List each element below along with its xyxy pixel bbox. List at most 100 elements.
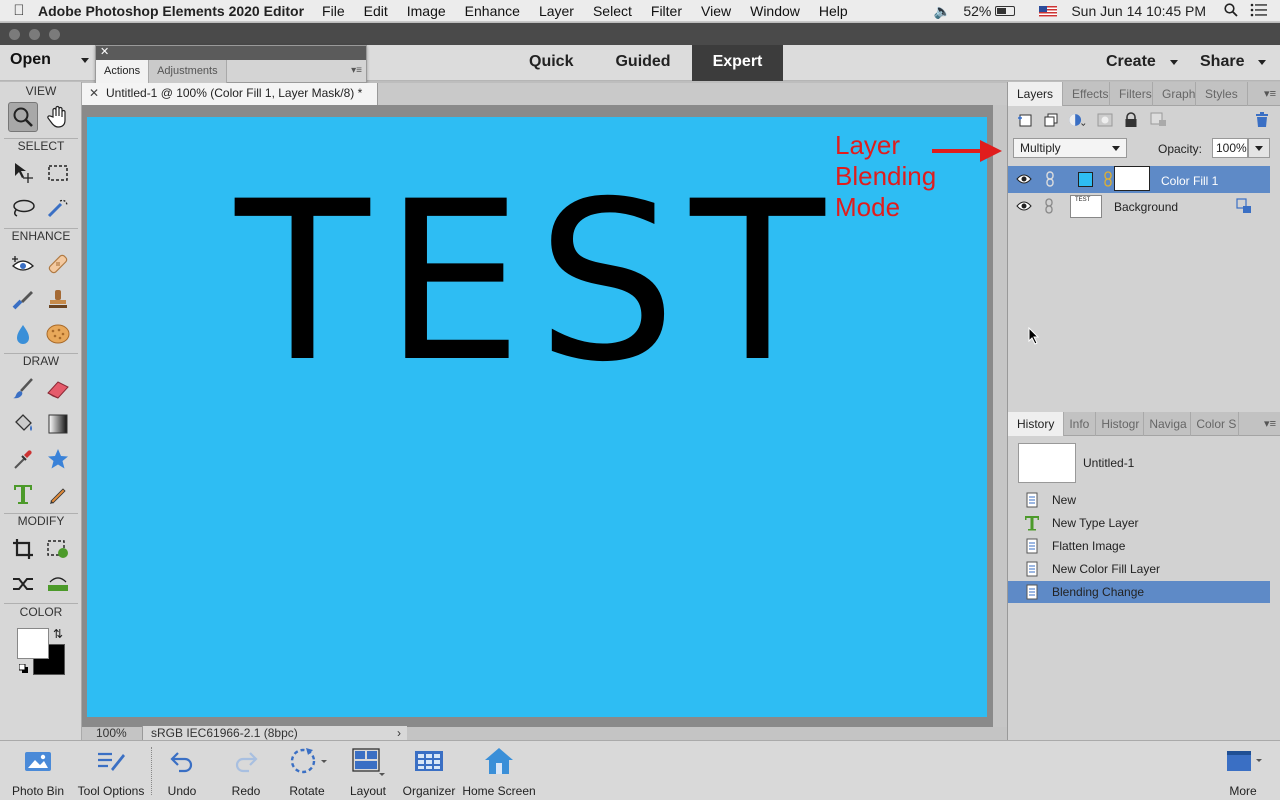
history-item[interactable]: New Type Layer (1008, 512, 1270, 534)
tab-filters[interactable]: Filters (1110, 82, 1154, 106)
new-group-icon[interactable] (1042, 111, 1060, 129)
eyedropper-tool-icon[interactable] (8, 444, 38, 474)
menu-view[interactable]: View (701, 3, 731, 19)
window-zoom-button[interactable] (49, 29, 60, 40)
panel-menu-icon[interactable]: ▾≡ (1264, 412, 1276, 435)
mode-tab-guided[interactable]: Guided (594, 45, 691, 81)
mode-tab-expert[interactable]: Expert (691, 45, 784, 81)
content-aware-move-tool-icon[interactable] (8, 569, 38, 599)
tab-graphics[interactable]: Graphi (1153, 82, 1197, 106)
add-mask-icon[interactable] (1096, 111, 1114, 129)
menu-edit[interactable]: Edit (364, 3, 388, 19)
history-item[interactable]: New (1008, 489, 1270, 511)
open-dropdown-icon[interactable] (80, 57, 89, 63)
redo-button[interactable]: Redo (220, 741, 272, 800)
lasso-tool-icon[interactable] (8, 193, 38, 223)
history-item[interactable]: Flatten Image (1008, 535, 1270, 557)
tab-styles[interactable]: Styles (1196, 82, 1248, 106)
paint-bucket-tool-icon[interactable] (8, 409, 38, 439)
tab-adjustments[interactable]: Adjustments (149, 60, 227, 83)
eraser-tool-icon[interactable] (43, 374, 73, 404)
window-minimize-button[interactable] (29, 29, 40, 40)
type-tool-icon[interactable] (8, 479, 38, 509)
tab-histogram[interactable]: Histogr (1096, 412, 1145, 436)
app-name-menu[interactable]: Adobe Photoshop Elements 2020 Editor (38, 3, 304, 19)
layer-row[interactable] (1038, 166, 1270, 193)
tab-layers[interactable]: Layers (1008, 82, 1064, 106)
mask-link-icon[interactable] (1104, 171, 1112, 187)
tab-effects[interactable]: Effects (1063, 82, 1111, 106)
battery-icon[interactable] (995, 6, 1016, 16)
history-snapshot-name[interactable]: Untitled-1 (1083, 456, 1134, 470)
eye-icon[interactable] (1016, 173, 1032, 185)
eye-icon[interactable] (1016, 200, 1032, 212)
notification-center-icon[interactable] (1250, 3, 1268, 20)
swap-colors-icon[interactable]: ⇅ (53, 627, 63, 641)
gradient-tool-icon[interactable] (43, 409, 73, 439)
menu-layer[interactable]: Layer (539, 3, 574, 19)
panel-menu-icon[interactable]: ▾≡ (1264, 82, 1276, 105)
window-close-button[interactable] (9, 29, 20, 40)
new-layer-icon[interactable] (1016, 111, 1034, 129)
color-profile-info[interactable]: sRGB IEC61966-2.1 (8bpc) › (142, 726, 407, 740)
menu-select[interactable]: Select (593, 3, 632, 19)
apple-menu-icon[interactable]:  (0, 2, 38, 19)
zoom-tool-icon[interactable] (8, 102, 38, 132)
tab-info[interactable]: Info (1064, 412, 1097, 436)
undo-button[interactable]: Undo (156, 741, 208, 800)
input-source-flag-icon[interactable] (1039, 5, 1058, 17)
battery-percent[interactable]: 52% (963, 3, 991, 19)
tab-history[interactable]: History (1008, 412, 1065, 436)
more-button[interactable]: More (1218, 741, 1268, 800)
lock-all-icon[interactable] (1122, 111, 1140, 129)
panel-menu-icon[interactable]: ▾≡ (351, 60, 362, 83)
pencil-tool-icon[interactable] (43, 479, 73, 509)
blend-mode-select[interactable]: Multiply (1013, 138, 1127, 158)
brush-tool-icon[interactable] (8, 374, 38, 404)
volume-icon[interactable]: 🔈 (934, 3, 951, 20)
tool-options-button[interactable]: Tool Options (74, 741, 148, 800)
blur-tool-icon[interactable] (8, 319, 38, 349)
default-colors-icon[interactable] (18, 662, 28, 673)
adjustment-layer-icon[interactable] (1068, 111, 1086, 129)
share-button[interactable]: Share (1200, 53, 1267, 71)
tab-actions[interactable]: Actions (96, 60, 150, 83)
clock[interactable]: Sun Jun 14 10:45 PM (1071, 3, 1206, 19)
recompose-tool-icon[interactable] (43, 534, 73, 564)
layer-name[interactable]: Background (1114, 200, 1178, 214)
history-item[interactable]: Blending Change (1008, 581, 1270, 603)
layer-thumbnail[interactable]: TEST (1070, 195, 1102, 218)
tab-navigator[interactable]: Naviga (1144, 412, 1192, 436)
history-item[interactable]: New Color Fill Layer (1008, 558, 1270, 580)
workspace-scrollbar[interactable] (993, 105, 1007, 740)
photo-bin-button[interactable]: Photo Bin (6, 741, 70, 800)
create-button[interactable]: Create (1106, 53, 1178, 71)
floating-panel-titlebar[interactable]: ✕ (96, 46, 366, 60)
clone-stamp-tool-icon[interactable] (43, 284, 73, 314)
organizer-button[interactable]: Organizer (400, 741, 458, 800)
rotate-button[interactable]: Rotate (280, 741, 334, 800)
spot-healing-tool-icon[interactable] (43, 249, 73, 279)
marquee-tool-icon[interactable] (43, 158, 73, 188)
menu-file[interactable]: File (322, 3, 345, 19)
opacity-field[interactable]: 100% (1212, 138, 1248, 158)
menu-help[interactable]: Help (819, 3, 848, 19)
close-document-icon[interactable]: ✕ (89, 83, 99, 104)
history-snapshot-thumbnail[interactable] (1018, 443, 1076, 483)
sponge-tool-icon[interactable] (43, 319, 73, 349)
open-button[interactable]: Open (10, 51, 89, 69)
tab-color-swatches[interactable]: Color S (1191, 412, 1240, 436)
menu-window[interactable]: Window (750, 3, 800, 19)
menu-image[interactable]: Image (407, 3, 446, 19)
background-lock-icon[interactable] (1236, 198, 1252, 214)
quick-selection-tool-icon[interactable] (43, 193, 73, 223)
move-tool-icon[interactable] (8, 158, 38, 188)
opacity-dropdown-button[interactable] (1248, 138, 1270, 158)
home-screen-button[interactable]: Home Screen (460, 741, 538, 800)
fill-color-thumbnail[interactable] (1078, 172, 1093, 187)
foreground-color-swatch[interactable] (17, 628, 49, 659)
layout-button[interactable]: Layout (343, 741, 393, 800)
spotlight-search-icon[interactable] (1224, 2, 1238, 20)
shape-tool-icon[interactable] (43, 444, 73, 474)
close-icon[interactable]: ✕ (100, 45, 109, 58)
